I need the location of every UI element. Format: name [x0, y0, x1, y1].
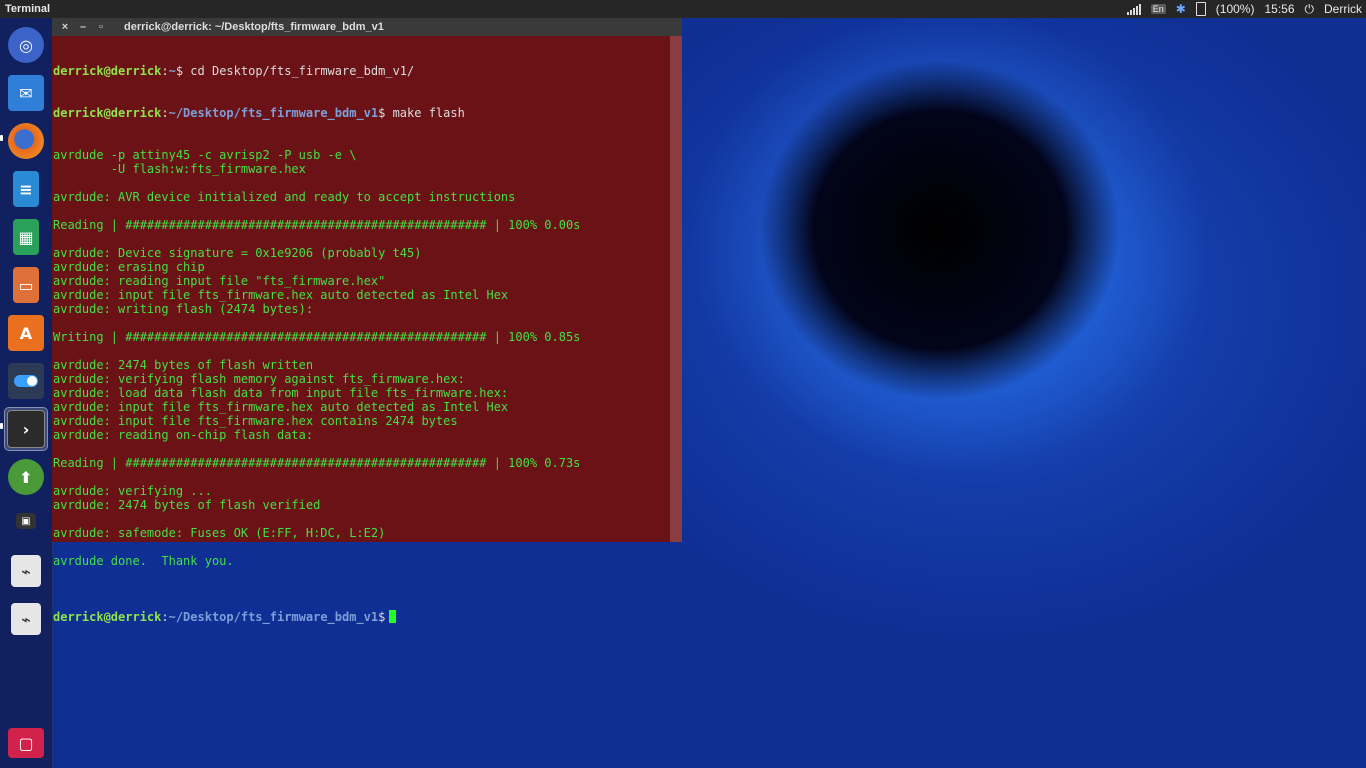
scrollbar[interactable] [670, 36, 682, 542]
output-line: Reading | ##############################… [53, 218, 581, 232]
maximize-button[interactable]: ▫ [92, 21, 110, 33]
output-line: avrdude: Device signature = 0x1e9206 (pr… [53, 246, 422, 260]
user-name[interactable]: Derrick [1324, 2, 1362, 16]
terminal-icon: › [7, 410, 45, 448]
output-line: -U flash:w:fts_firmware.hex [53, 162, 306, 176]
output-line: avrdude -p attiny45 -c avrisp2 -P usb -e… [53, 148, 357, 162]
usb-drive-icon: ⌁ [11, 555, 41, 587]
system-tray: En ✱ (100%) 15:56 ⏻ Derrick [1126, 0, 1362, 18]
calc-icon: ▦ [13, 219, 39, 255]
output-line: avrdude: 2474 bytes of flash verified [53, 498, 321, 512]
usb-drive-launcher[interactable]: ⌁ [5, 550, 47, 592]
impress-launcher[interactable]: ▭ [5, 264, 47, 306]
output-lines: avrdude -p attiny45 -c avrisp2 -P usb -e… [53, 148, 671, 582]
output-line: avrdude done. Thank you. [53, 554, 234, 568]
mail-icon: ✉ [8, 75, 44, 111]
text-cursor [389, 610, 397, 623]
output-line: avrdude: input file fts_firmware.hex con… [53, 414, 458, 428]
settings-toggle-icon [8, 363, 44, 399]
update-manager-icon: ⬆ [8, 459, 44, 495]
active-app-title: Terminal [5, 3, 51, 15]
window-title: derrick@derrick: ~/Desktop/fts_firmware_… [124, 21, 384, 33]
software-center-launcher[interactable]: A [5, 312, 47, 354]
close-button[interactable]: × [56, 21, 74, 33]
ubuntu-dash-icon: ◎ [8, 27, 44, 63]
output-line: avrdude: input file fts_firmware.hex aut… [53, 288, 509, 302]
ubuntu-dash-button[interactable]: ◎ [5, 24, 47, 66]
output-line: avrdude: reading on-chip flash data: [53, 428, 314, 442]
output-line: avrdude: erasing chip [53, 260, 205, 274]
workspace-switcher-icon: ▣ [16, 513, 36, 529]
clock[interactable]: 15:56 [1264, 2, 1294, 16]
software-center-icon: A [8, 315, 44, 351]
trash-launcher[interactable]: ▢ [5, 722, 47, 764]
running-indicator [0, 135, 3, 141]
terminal-launcher[interactable]: › [4, 407, 48, 451]
output-line: Reading | ##############################… [53, 456, 581, 470]
terminal-titlebar[interactable]: × – ▫ derrick@derrick: ~/Desktop/fts_fir… [52, 18, 682, 36]
output-line: avrdude: verifying ... [53, 484, 212, 498]
launcher: ◎ ✉ ≡ ▦ ▭ A › ⬆ ▣ ⌁ ⌁ ▢ [0, 18, 53, 768]
impress-icon: ▭ [13, 267, 39, 303]
bluetooth-icon[interactable]: ✱ [1176, 2, 1186, 16]
output-line: avrdude: input file fts_firmware.hex aut… [53, 400, 509, 414]
writer-icon: ≡ [13, 171, 39, 207]
output-line: avrdude: safemode: Fuses OK (E:FF, H:DC,… [53, 526, 386, 540]
minimize-button[interactable]: – [74, 21, 92, 33]
trash-icon: ▢ [8, 728, 44, 758]
usb-drive-icon: ⌁ [11, 603, 41, 635]
command-line: derrick@derrick:~/Desktop/fts_firmware_b… [53, 106, 465, 120]
output-line: avrdude: 2474 bytes of flash written [53, 358, 314, 372]
firefox-icon [8, 123, 44, 159]
settings-launcher[interactable] [5, 360, 47, 402]
output-line: avrdude: reading input file "fts_firmwar… [53, 274, 386, 288]
workspace-switcher-launcher[interactable]: ▣ [5, 502, 47, 540]
output-line: avrdude: writing flash (2474 bytes): [53, 302, 314, 316]
output-line: avrdude: verifying flash memory against … [53, 372, 465, 386]
command-line: derrick@derrick:~$ cd Desktop/fts_firmwa… [53, 64, 415, 78]
network-signal-icon[interactable] [1126, 3, 1141, 15]
top-panel: Terminal En ✱ (100%) 15:56 ⏻ Derrick [0, 0, 1366, 18]
output-line: Writing | ##############################… [53, 330, 581, 344]
battery-percentage[interactable]: (100%) [1216, 2, 1255, 16]
session-icon[interactable]: ⏻ [1305, 2, 1315, 17]
output-line: avrdude: load data flash data from input… [53, 386, 509, 400]
terminal-window[interactable]: × – ▫ derrick@derrick: ~/Desktop/fts_fir… [52, 18, 682, 624]
firefox-launcher[interactable] [5, 120, 47, 162]
prompt-line: derrick@derrick:~/Desktop/fts_firmware_b… [53, 610, 671, 624]
battery-icon[interactable] [1195, 2, 1206, 16]
terminal-output[interactable]: derrick@derrick:~$ cd Desktop/fts_firmwa… [52, 36, 671, 624]
running-indicator [0, 423, 3, 429]
keyboard-layout-indicator[interactable]: En [1150, 4, 1166, 14]
update-manager-launcher[interactable]: ⬆ [5, 456, 47, 498]
calc-launcher[interactable]: ▦ [5, 216, 47, 258]
usb-drive-launcher[interactable]: ⌁ [5, 598, 47, 640]
output-line: avrdude: AVR device initialized and read… [53, 190, 516, 204]
mail-launcher[interactable]: ✉ [5, 72, 47, 114]
writer-launcher[interactable]: ≡ [5, 168, 47, 210]
